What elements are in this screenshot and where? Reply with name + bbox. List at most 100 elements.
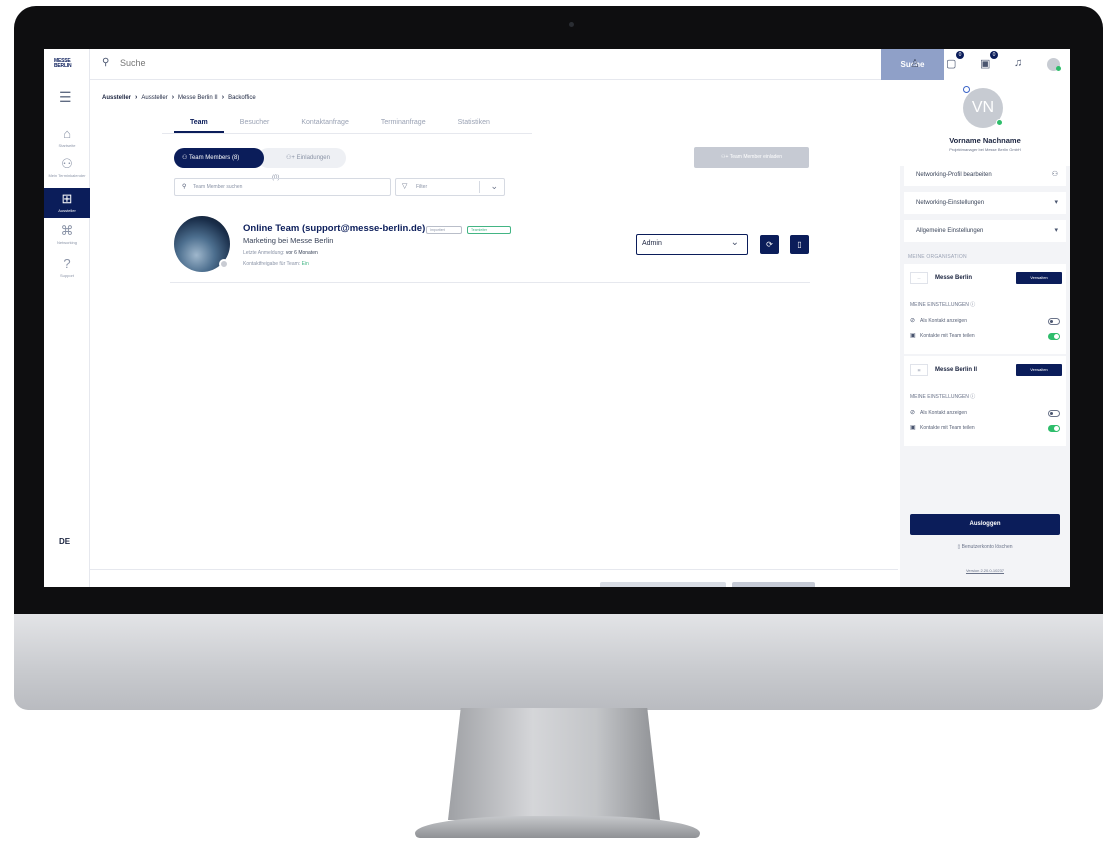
trash-icon: ▯	[797, 240, 802, 249]
bell-icon[interactable]: ♫	[1014, 57, 1022, 69]
invites-pill[interactable]: ⚇+ Einladungen (0)	[258, 148, 346, 181]
eye-off-icon: ⊘	[910, 410, 916, 416]
menu-networking-settings[interactable]: Networking-Einstellungen ▾	[904, 192, 1066, 214]
invite-member-button[interactable]: ⚇+ Team Member einladen	[694, 147, 809, 168]
member-status-dot	[219, 259, 229, 269]
filter-select[interactable]: ▽ Filter ⌄	[395, 178, 505, 196]
tab-kontaktanfrage[interactable]: Kontaktanfrage	[285, 119, 364, 133]
contacts-icon: ▣	[910, 425, 916, 431]
calendar-badge: 0	[990, 51, 998, 59]
monitor-foot	[415, 816, 700, 838]
toggle-show-contact[interactable]	[1048, 318, 1060, 325]
left-rail: MESSE BERLIN ☰ ⌂ Startseite ⚇ Mein Termi…	[44, 49, 90, 587]
manage-org-button[interactable]: Verwalten	[1016, 272, 1062, 284]
rail-item-terminkalender[interactable]: ⚇ Mein Terminkalender	[44, 156, 90, 179]
refresh-icon: ⟳	[766, 240, 773, 249]
settings-head-label: MEINE EINSTELLUNGEN	[910, 394, 969, 400]
rail-item-networking[interactable]: ⌘ Networking	[44, 224, 90, 246]
footer-button-secondary[interactable]	[600, 582, 726, 587]
member-search-input[interactable]: ⚲ Team Member suchen	[174, 178, 391, 196]
setting-label: Als Kontakt anzeigen	[920, 318, 967, 324]
org-logo: ▤	[910, 364, 928, 376]
rail-item-support[interactable]: ? Support	[44, 257, 90, 279]
breadcrumb-item[interactable]: Backoffice	[228, 95, 256, 101]
people-icon: ⚇	[182, 155, 188, 161]
tab-terminanfrage[interactable]: Terminanfrage	[365, 119, 442, 133]
contact-share-value: Ein	[301, 261, 309, 267]
menu-general-settings[interactable]: Allgemeine Einstellungen ▾	[904, 220, 1066, 242]
toggle-show-contact[interactable]	[1048, 410, 1060, 417]
home-icon: ⌂	[63, 126, 71, 141]
language-switch[interactable]: DE	[59, 537, 70, 546]
trash-icon: ▯	[957, 544, 961, 550]
tab-statistiken[interactable]: Statistiken	[442, 119, 506, 133]
member-last-login: Letzte Anmeldung: vor 6 Monaten	[243, 250, 318, 256]
imac-mockup: MESSE BERLIN ☰ ⌂ Startseite ⚇ Mein Termi…	[0, 0, 1108, 842]
add-user-icon: ⚇+	[286, 155, 295, 161]
eye-off-icon: ⊘	[910, 318, 916, 324]
team-members-pill[interactable]: ⚇ Team Members (8)	[174, 148, 264, 168]
chat-icon[interactable]: ▢	[946, 57, 956, 70]
refresh-button[interactable]: ⟳	[760, 235, 779, 254]
messe-logo[interactable]: MESSE BERLIN	[54, 59, 80, 69]
search-icon: ⚲	[102, 57, 110, 68]
member-search-placeholder: Team Member suchen	[193, 184, 243, 190]
breadcrumb-item[interactable]: Aussteller	[141, 95, 167, 101]
profile-card: VN Vorname Nachname Projektmanager bei M…	[900, 80, 1070, 166]
camera-icon	[569, 22, 574, 27]
search-input[interactable]	[120, 58, 720, 68]
toggle-share-contacts[interactable]	[1048, 425, 1060, 432]
contacts-icon: ▣	[910, 333, 916, 339]
hamburger-menu-icon[interactable]: ☰	[59, 89, 72, 106]
online-status-dot	[1056, 66, 1061, 71]
settings-head-label: MEINE EINSTELLUNGEN	[910, 302, 969, 308]
edit-avatar-icon[interactable]	[963, 86, 970, 93]
filter-divider	[479, 181, 480, 193]
filter-placeholder: Filter	[416, 184, 428, 190]
calendar-icon[interactable]: ▣	[980, 57, 990, 70]
rail-item-aussteller[interactable]: ⊞ Aussteller	[44, 188, 90, 218]
tab-team[interactable]: Team	[174, 119, 224, 133]
tabs: Team Besucher Kontaktanfrage Terminanfra…	[174, 119, 506, 133]
footer-divider	[90, 569, 898, 570]
breadcrumb-item[interactable]: Aussteller	[102, 95, 131, 101]
breadcrumb: Aussteller › Aussteller › Messe Berlin I…	[102, 94, 256, 101]
chevron-right-icon: ›	[135, 94, 138, 101]
user-icon[interactable]: ♙	[910, 57, 920, 70]
delete-account-link[interactable]: ▯ Benutzerkonto löschen	[900, 544, 1070, 550]
settings-head: MEINE EINSTELLUNGEN ⓘ	[910, 301, 975, 308]
toggle-share-contacts[interactable]	[1048, 333, 1060, 340]
version-link[interactable]: Version 2.20.0-10237	[900, 568, 1070, 573]
delete-button[interactable]: ▯	[790, 235, 809, 254]
setting-label: Kontakte mit Team teilen	[920, 333, 975, 339]
search-icon: ⚲	[182, 184, 187, 190]
rail-item-startseite[interactable]: ⌂ Startseite	[44, 126, 90, 149]
role-select[interactable]: Admin ⌄	[636, 234, 748, 255]
team-members-pill-label: Team Members (8)	[188, 155, 240, 161]
org-name: Messe Berlin	[935, 275, 973, 281]
rail-item-label: Startseite	[58, 143, 76, 148]
tab-besucher[interactable]: Besucher	[224, 119, 286, 133]
info-icon[interactable]: ⓘ	[970, 302, 975, 308]
setting-show-contact: ⊘ Als Kontakt anzeigen	[910, 409, 967, 416]
footer-button-primary[interactable]	[732, 582, 815, 587]
last-login-value: vor 6 Monaten	[285, 250, 318, 256]
monitor-stand	[448, 708, 660, 820]
menu-networking-profile[interactable]: Networking-Profil bearbeiten ⚇	[904, 164, 1066, 186]
app-screen: MESSE BERLIN ☰ ⌂ Startseite ⚇ Mein Termi…	[44, 49, 1070, 587]
info-icon[interactable]: ⓘ	[970, 394, 975, 400]
breadcrumb-item[interactable]: Messe Berlin II	[178, 95, 218, 101]
chevron-down-icon: ⌄	[490, 181, 498, 191]
member-name[interactable]: Online Team (support@messe-berlin.de)	[243, 223, 425, 234]
org-logo: —	[910, 272, 928, 284]
delete-account-label: Benutzerkonto löschen	[961, 544, 1013, 550]
manage-org-button[interactable]: Verwalten	[1016, 364, 1062, 376]
filter-icon: ▽	[402, 183, 408, 190]
org-card-messe-berlin-ii: ▤ Messe Berlin II Verwalten MEINE EINSTE…	[904, 356, 1066, 446]
menu-label: Networking-Profil bearbeiten	[916, 172, 992, 178]
member-contact-share: Kontaktfreigabe für Team: Ein	[243, 261, 309, 267]
logout-button[interactable]: Ausloggen	[910, 514, 1060, 535]
setting-label: Kontakte mit Team teilen	[920, 425, 975, 431]
people-icon: ⚇	[61, 156, 73, 171]
rail-item-label: Mein Terminkalender	[48, 173, 86, 178]
